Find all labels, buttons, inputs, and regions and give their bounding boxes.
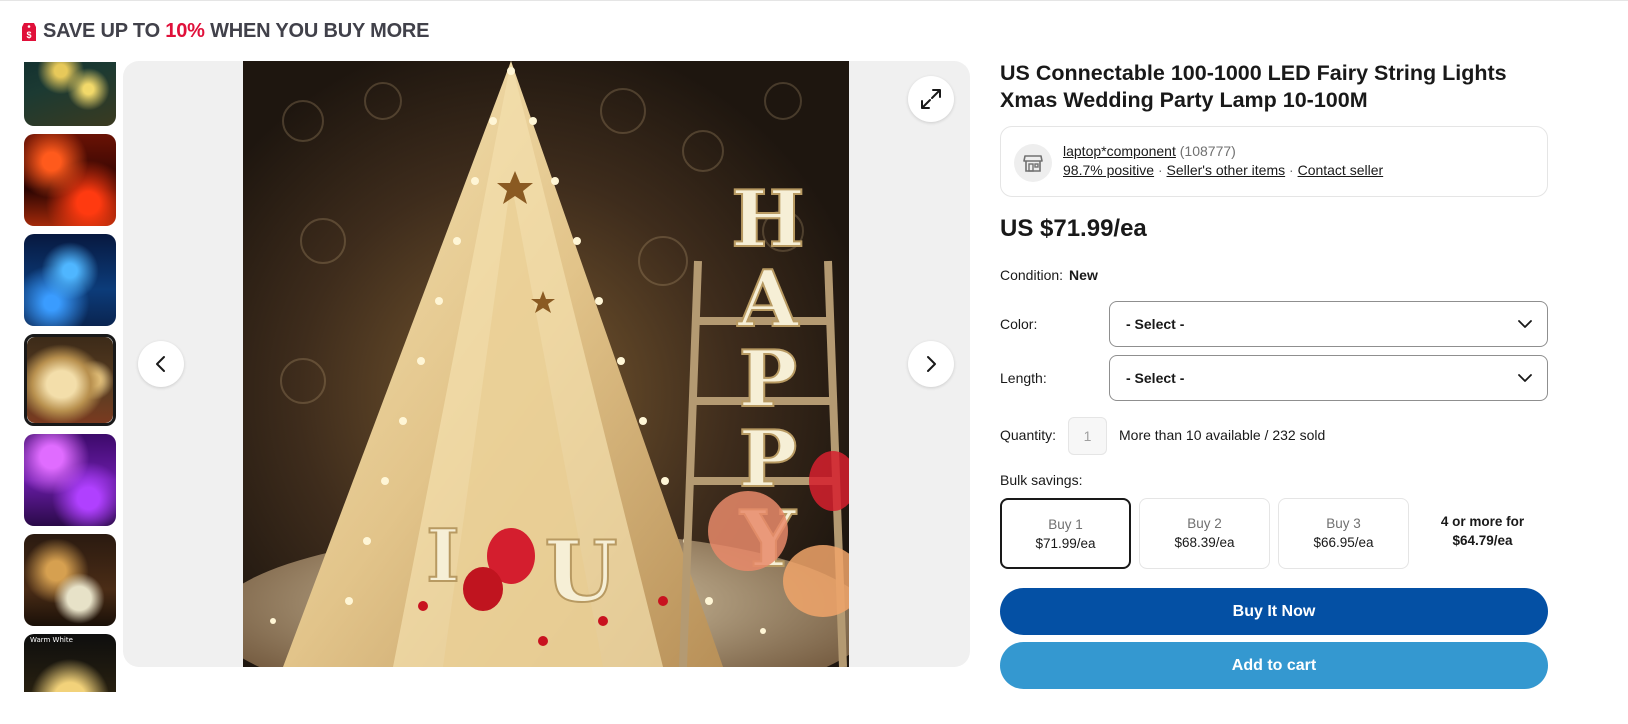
chevron-left-icon xyxy=(156,356,165,372)
seller-name-link[interactable]: laptop*component xyxy=(1063,143,1176,159)
seller-card: laptop*component (108777) 98.7% positive… xyxy=(1000,126,1548,197)
thumbnail-strip: Warm White xyxy=(24,62,116,692)
seller-links-row: 98.7% positive · Seller's other items · … xyxy=(1063,162,1383,178)
product-title: US Connectable 100-1000 LED Fairy String… xyxy=(1000,61,1507,112)
bulk-qty: 4 or more for xyxy=(1440,514,1525,529)
expand-image-button[interactable] xyxy=(908,76,954,122)
quantity-label: Quantity: xyxy=(1000,427,1057,443)
promo-highlight: 10% xyxy=(165,20,205,42)
color-select[interactable]: - Select - xyxy=(1109,301,1548,347)
bulk-price: $66.95/ea xyxy=(1313,535,1374,550)
seller-feedback-count: (108777) xyxy=(1179,143,1236,159)
thumbnail-purple-lights[interactable] xyxy=(24,434,116,526)
promo-banner: $ SAVE UP TO 10% WHEN YOU BUY MORE xyxy=(21,20,430,43)
length-label: Length: xyxy=(1000,370,1047,386)
color-label: Color: xyxy=(1000,316,1038,332)
color-select-value: - Select - xyxy=(1126,316,1185,332)
bulk-price: $71.99/ea xyxy=(1035,536,1096,551)
condition-row: Condition: New xyxy=(1000,267,1098,283)
bulk-price: $64.79/ea xyxy=(1452,533,1513,548)
svg-text:$: $ xyxy=(26,30,31,40)
thumbnail-reindeer-lights[interactable] xyxy=(24,534,116,626)
add-to-cart-button[interactable]: Add to cart xyxy=(1000,642,1548,689)
expand-icon xyxy=(921,89,941,109)
seller-other-items-link[interactable]: Seller's other items xyxy=(1167,162,1286,178)
condition-label: Condition: xyxy=(1000,267,1064,283)
product-photo: H A P P Y U I xyxy=(243,61,849,667)
buy-it-now-button[interactable]: Buy It Now xyxy=(1000,588,1548,635)
contact-seller-link[interactable]: Contact seller xyxy=(1298,162,1384,178)
thumbnail-blue-trees[interactable] xyxy=(24,234,116,326)
previous-image-button[interactable] xyxy=(138,341,184,387)
product-price: US $71.99/ea xyxy=(1000,215,1147,242)
thumbnail-tent-happy-letters[interactable] xyxy=(24,334,116,426)
store-icon xyxy=(1023,155,1043,172)
seller-avatar[interactable] xyxy=(1014,144,1052,182)
availability-text: More than 10 available / 232 sold xyxy=(1119,427,1326,443)
thumbnail-label: Warm White xyxy=(30,636,73,644)
length-select-value: - Select - xyxy=(1126,370,1185,386)
product-image[interactable]: H A P P Y U I xyxy=(243,61,849,667)
bulk-option-3[interactable]: Buy 3 $66.95/ea xyxy=(1278,498,1409,569)
bulk-savings-label: Bulk savings: xyxy=(1000,472,1083,488)
promo-text: SAVE UP TO 10% WHEN YOU BUY MORE xyxy=(43,20,430,42)
bulk-qty: Buy 3 xyxy=(1326,516,1361,531)
svg-text:H: H xyxy=(731,174,805,265)
bulk-qty: Buy 1 xyxy=(1048,517,1083,532)
bulk-option-2[interactable]: Buy 2 $68.39/ea xyxy=(1139,498,1270,569)
thumbnail-red-orange-lights[interactable] xyxy=(24,134,116,226)
top-divider xyxy=(0,0,1628,1)
quantity-input[interactable]: 1 xyxy=(1068,417,1107,455)
bulk-option-4-plus: 4 or more for $64.79/ea xyxy=(1417,498,1548,569)
svg-text:I: I xyxy=(426,513,460,598)
thumbnail-warm-white-spool[interactable]: Warm White xyxy=(24,634,116,692)
bulk-price: $68.39/ea xyxy=(1174,535,1235,550)
bulk-qty: Buy 2 xyxy=(1187,516,1222,531)
seller-name-row: laptop*component (108777) xyxy=(1063,143,1236,159)
seller-positive-link[interactable]: 98.7% positive xyxy=(1063,162,1154,178)
thumbnail-warm-white-outdoor[interactable] xyxy=(24,62,116,126)
svg-text:P: P xyxy=(739,334,798,425)
chevron-right-icon xyxy=(927,356,936,372)
condition-value: New xyxy=(1069,267,1098,283)
chevron-down-icon xyxy=(1518,320,1532,328)
svg-text:A: A xyxy=(737,254,800,345)
main-image-viewer: H A P P Y U I xyxy=(123,61,970,667)
svg-text:U: U xyxy=(544,522,617,621)
next-image-button[interactable] xyxy=(908,341,954,387)
price-tag-icon: $ xyxy=(22,22,36,41)
separator: · xyxy=(1285,162,1298,178)
bulk-option-1[interactable]: Buy 1 $71.99/ea xyxy=(1000,498,1131,569)
separator: · xyxy=(1154,162,1167,178)
chevron-down-icon xyxy=(1518,374,1532,382)
length-select[interactable]: - Select - xyxy=(1109,355,1548,401)
